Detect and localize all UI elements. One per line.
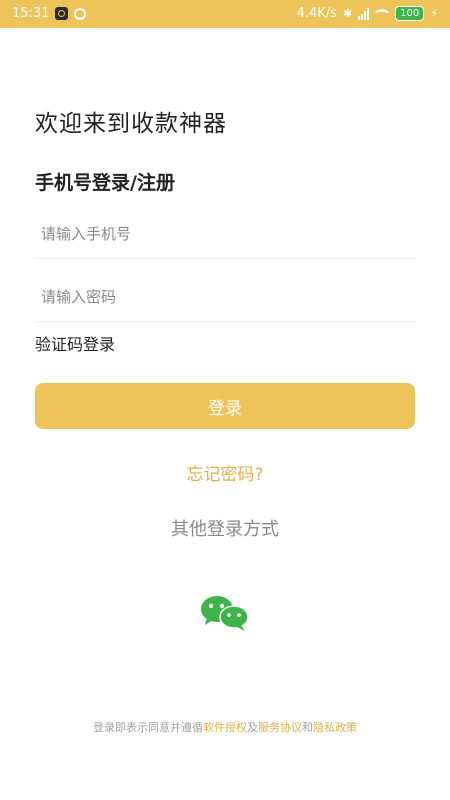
status-time: 15:31: [12, 6, 50, 21]
login-button[interactable]: 登录: [35, 383, 415, 429]
agreement-and-2: 和: [302, 721, 313, 734]
agreement-and-1: 及: [247, 721, 258, 734]
phone-input-row: [35, 214, 421, 259]
status-left: 15:31: [12, 6, 87, 21]
wechat-login-button[interactable]: [199, 594, 251, 632]
network-speed: 4.4K/s: [296, 6, 337, 21]
welcome-title: 欢迎来到收款神器: [35, 111, 227, 137]
battery-indicator: 100: [395, 6, 425, 21]
password-input[interactable]: [35, 277, 421, 317]
charging-icon: ⚡: [430, 7, 438, 20]
wifi-icon: [375, 8, 390, 19]
service-agreement-link[interactable]: 服务协议: [258, 721, 302, 734]
login-subtitle: 手机号登录/注册: [35, 172, 175, 194]
wechat-icon: [201, 596, 249, 631]
privacy-policy-link[interactable]: 隐私政策: [313, 721, 357, 734]
agreement-prefix: 登录即表示同意并遵循: [93, 721, 203, 734]
other-login-methods-label: 其他登录方式: [171, 519, 279, 540]
signal-icon: [358, 7, 370, 20]
status-bar: 15:31 4.4K/s ✱ 100 ⚡: [0, 0, 450, 28]
bluetooth-icon: ✱: [342, 7, 353, 20]
code-login-link[interactable]: 验证码登录: [35, 331, 115, 355]
sync-status-icon: [74, 7, 87, 20]
status-right: 4.4K/s ✱ 100 ⚡: [297, 6, 438, 21]
agreement-text: 登录即表示同意并遵循软件授权及服务协议和隐私政策: [0, 719, 450, 735]
phone-input[interactable]: [35, 214, 421, 254]
forgot-password-link[interactable]: 忘记密码?: [0, 460, 450, 485]
notification-app-icon: [55, 7, 69, 20]
password-input-row: [35, 277, 421, 322]
software-license-link[interactable]: 软件授权: [203, 721, 247, 734]
